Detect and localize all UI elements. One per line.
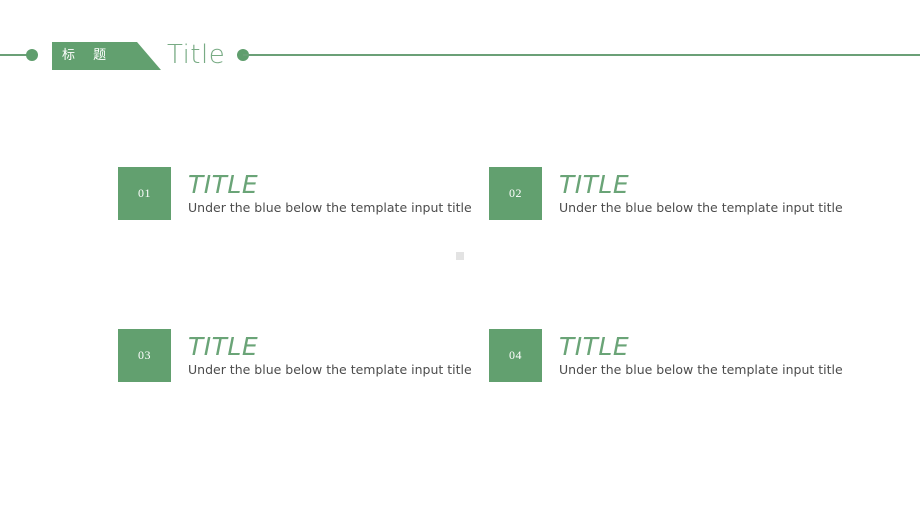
content-block-01[interactable]: 01 TITLE Under the blue below the templa… [118, 167, 498, 237]
block-title-04: TITLE [559, 332, 630, 361]
block-title-02: TITLE [559, 170, 630, 199]
content-block-02[interactable]: 02 TITLE Under the blue below the templa… [489, 167, 869, 237]
number-badge-label-01: 01 [138, 186, 151, 200]
text-area-02: TITLE Under the blue below the template … [559, 167, 869, 237]
text-area-04: TITLE Under the blue below the template … [559, 329, 869, 399]
block-description-04: Under the blue below the template input … [559, 362, 843, 377]
block-title-03: TITLE [188, 332, 259, 361]
center-placeholder-marker [456, 252, 464, 260]
number-badge-label-03: 03 [138, 348, 151, 362]
text-area-01: TITLE Under the blue below the template … [188, 167, 498, 237]
slide-canvas: 标 题 Title 01 TITLE Under the blue below … [0, 0, 920, 518]
content-block-04[interactable]: 04 TITLE Under the blue below the templa… [489, 329, 869, 399]
block-description-01: Under the blue below the template input … [188, 200, 472, 215]
block-description-03: Under the blue below the template input … [188, 362, 472, 377]
content-block-03[interactable]: 03 TITLE Under the blue below the templa… [118, 329, 498, 399]
block-title-01: TITLE [188, 170, 259, 199]
text-area-03: TITLE Under the blue below the template … [188, 329, 498, 399]
block-description-02: Under the blue below the template input … [559, 200, 843, 215]
